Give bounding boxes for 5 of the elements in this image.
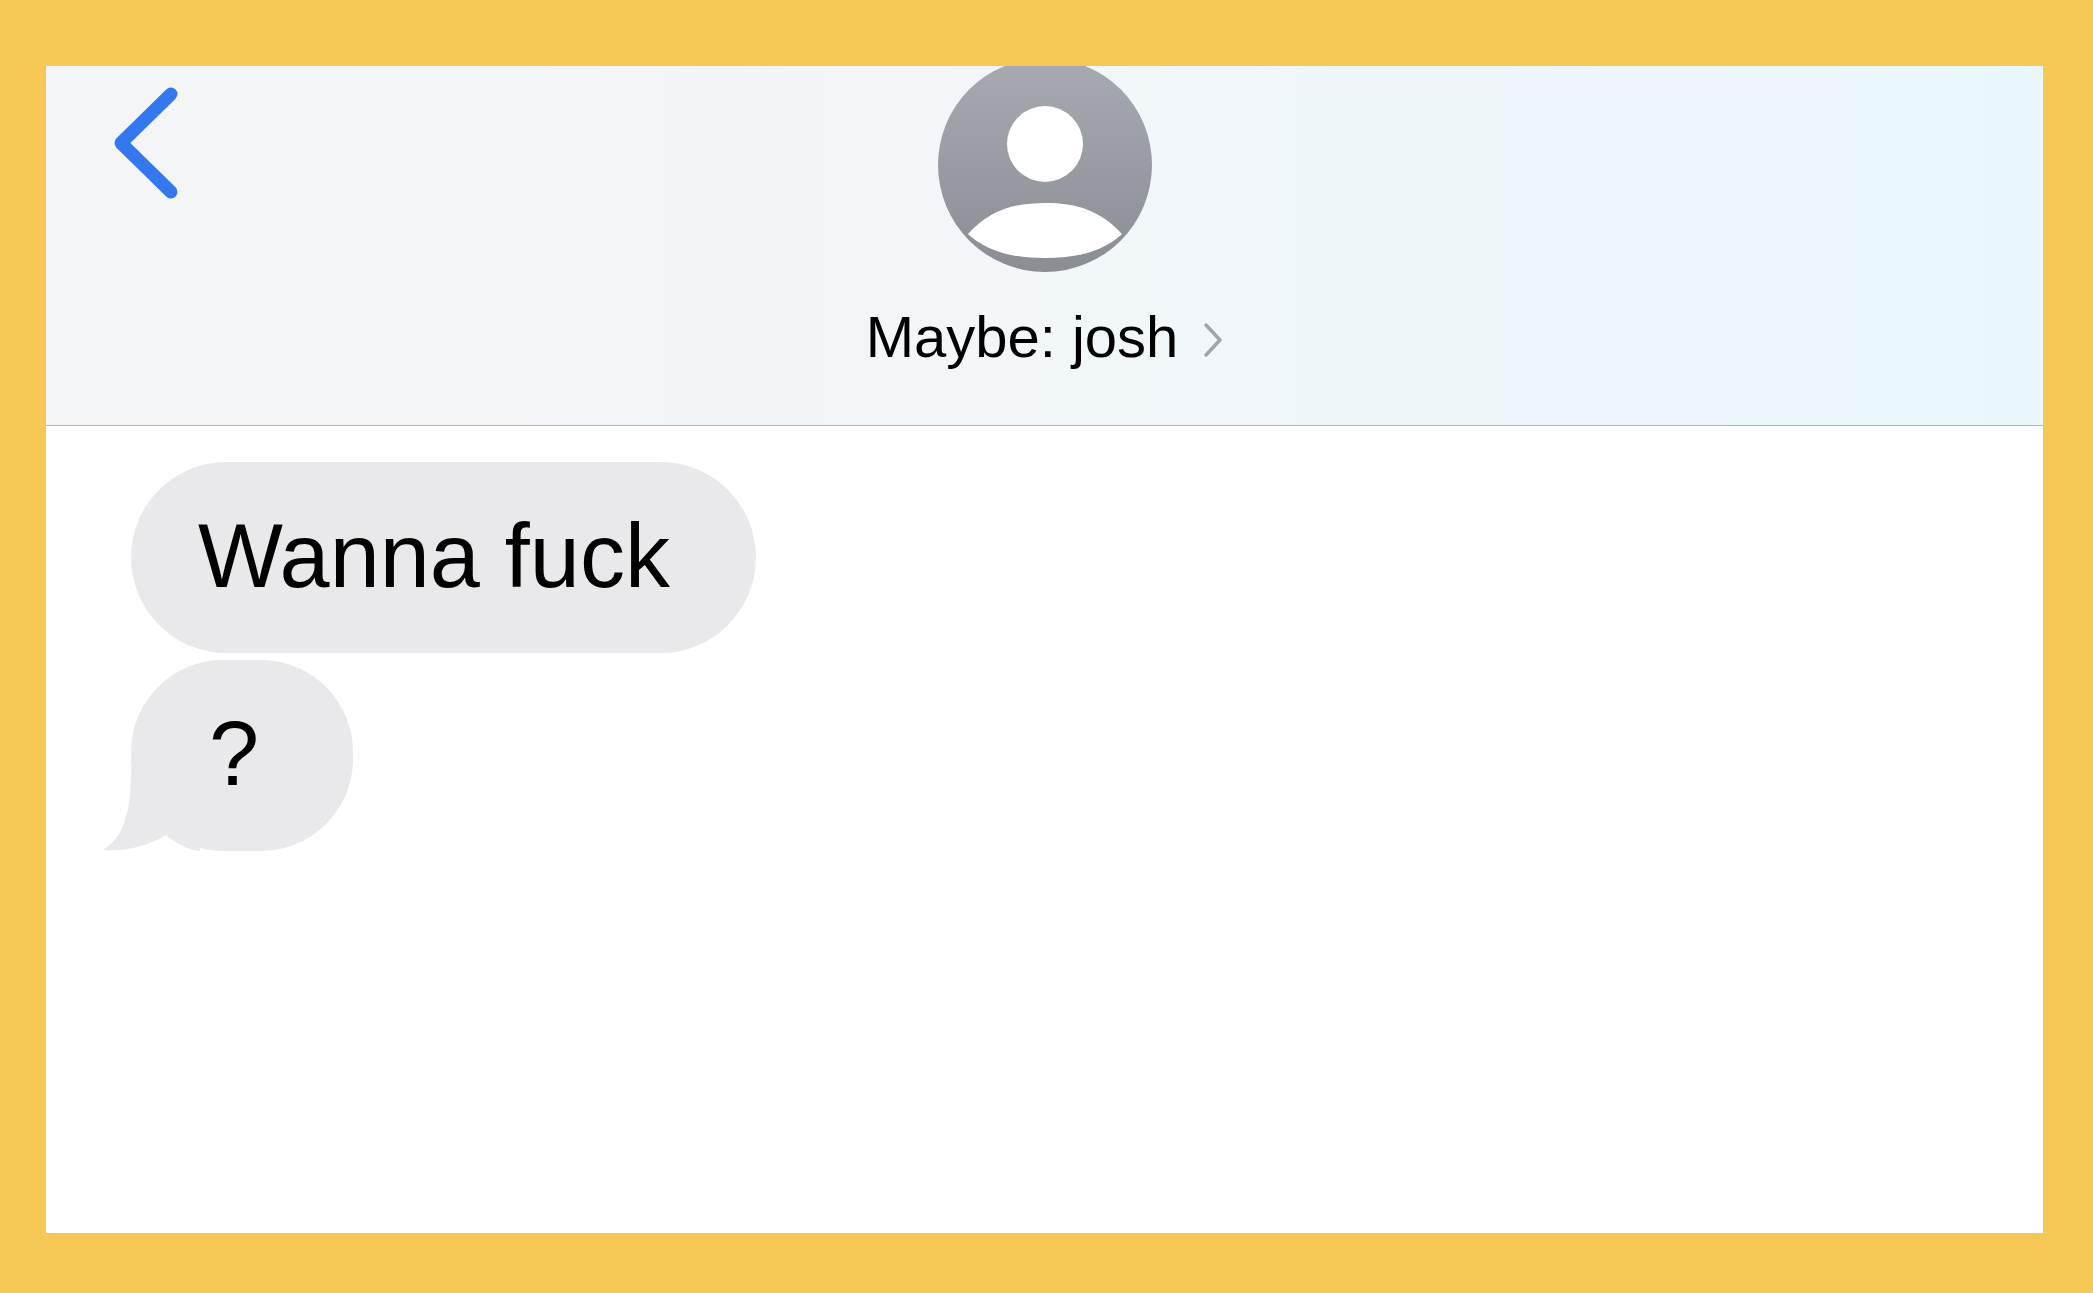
back-button[interactable]: [114, 87, 178, 199]
contact-name[interactable]: Maybe: josh: [865, 302, 1224, 372]
chevron-left-icon: [114, 87, 178, 199]
chevron-right-icon: [1203, 322, 1224, 358]
message-bubble: Wanna fuck: [131, 462, 756, 653]
